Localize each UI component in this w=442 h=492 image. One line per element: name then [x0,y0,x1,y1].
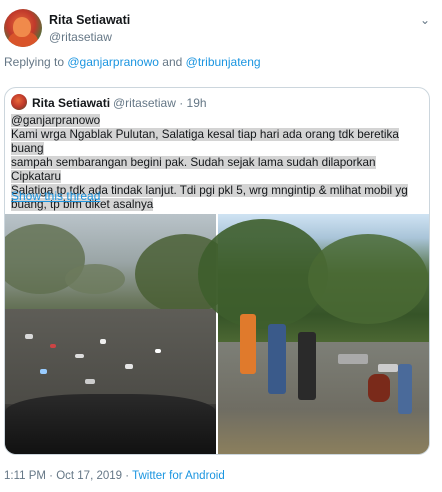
photo-trash-road-from-car[interactable] [5,214,235,454]
timestamp[interactable]: 1:11 PM · Oct 17, 2019 [4,470,122,482]
replying-to-label: Replying to [4,55,68,69]
chevron-down-icon[interactable]: ⌄ [420,13,430,27]
photo-residents-and-trash[interactable] [198,214,429,454]
quoted-avatar [11,94,27,110]
footer-separator: · [122,470,133,482]
show-thread-link[interactable]: Show this thread [11,189,100,203]
quoted-text-line: @ganjarpranowo [11,114,101,127]
quoted-text-line: sampah sembarangan begini pak. Sudah sej… [11,156,376,183]
tweet-header: Rita Setiawati @ritasetiaw ⌄ [4,9,436,49]
quoted-tweet[interactable]: Rita Setiawati @ritasetiaw · 19h @ganjar… [4,87,430,455]
author-name[interactable]: Rita Setiawati [49,13,130,27]
quoted-author-name: Rita Setiawati [32,96,111,110]
and-label: and [158,55,186,69]
quoted-author-meta: @ritasetiaw · 19h [113,96,207,110]
tweet-footer: 1:11 PM · Oct 17, 2019 · Twitter for And… [4,470,225,482]
mention-link[interactable]: @tribunjateng [186,55,261,69]
quoted-text-line: Kami wrga Ngablak Pulutan, Salatiga kesa… [11,128,399,155]
avatar[interactable] [4,9,42,47]
source-link[interactable]: Twitter for Android [132,470,225,482]
replying-to: Replying to @ganjarpranowo and @tribunja… [4,55,261,69]
mention-link[interactable]: @ganjarpranowo [67,55,159,69]
author-handle[interactable]: @ritasetiaw [49,30,112,44]
